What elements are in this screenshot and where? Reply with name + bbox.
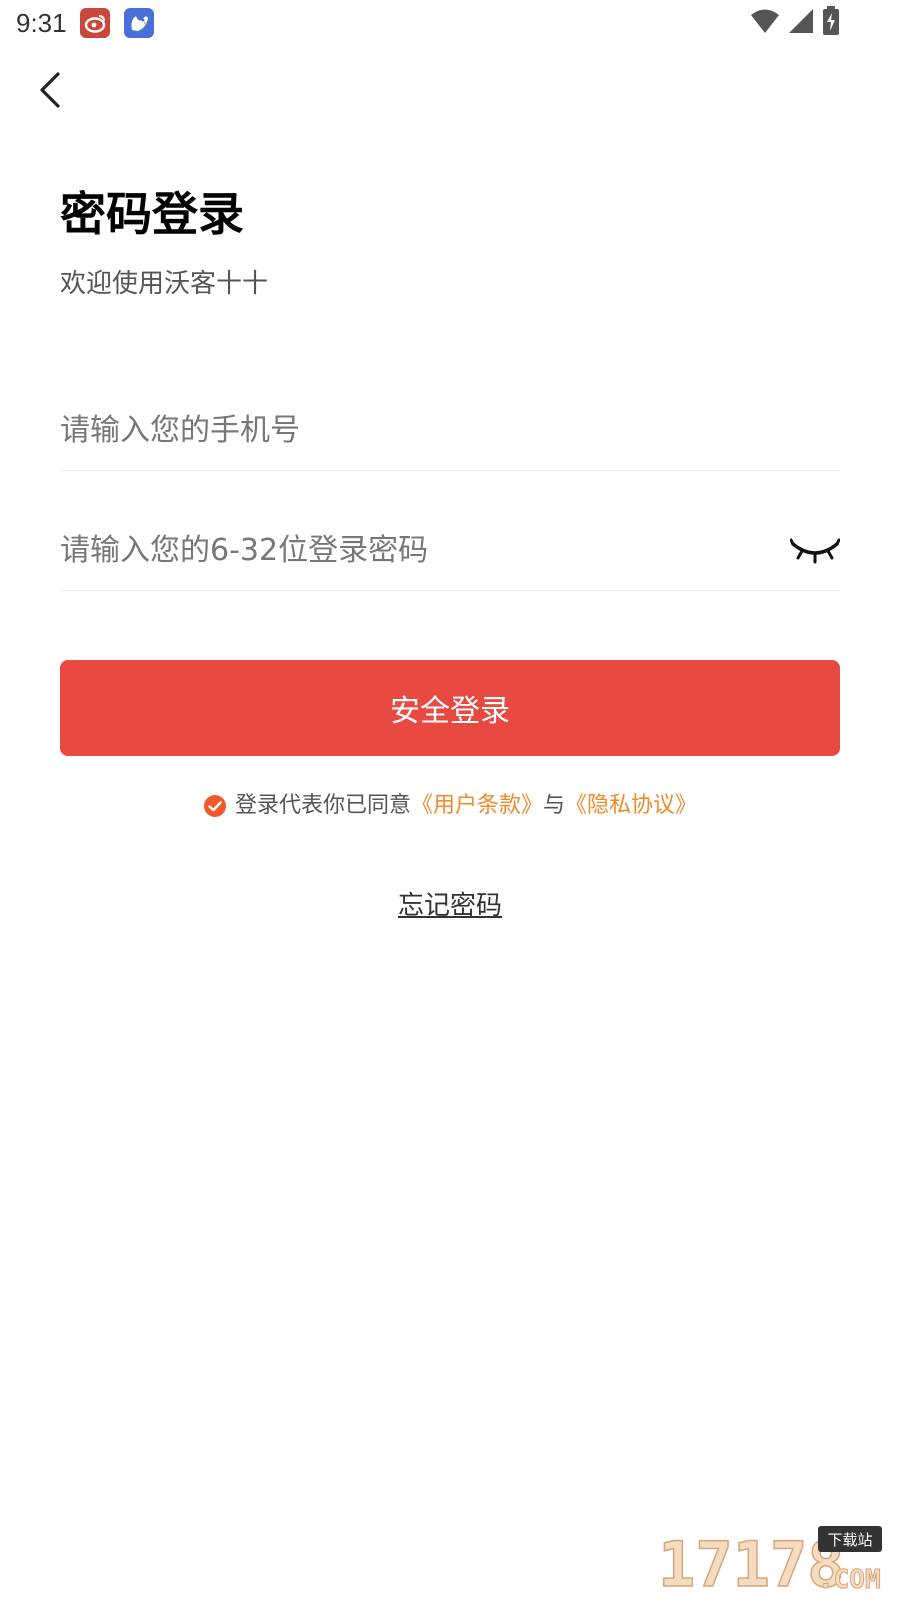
password-input[interactable] (60, 520, 740, 580)
phone-input[interactable] (60, 400, 740, 460)
privacy-policy-link[interactable]: 《隐私协议》 (565, 793, 697, 818)
watermark-suffix: .COM (818, 1565, 881, 1594)
status-time: 9:31 (16, 8, 67, 38)
signal-icon (788, 8, 814, 38)
forgot-password-row: 忘记密码 (0, 886, 900, 926)
wifi-icon (750, 8, 780, 38)
agreement-connector: 与 (543, 793, 566, 818)
check-circle-icon (203, 795, 226, 817)
forgot-password-link[interactable]: 忘记密码 (398, 891, 502, 921)
user-terms-link[interactable]: 《用户条款》 (411, 793, 543, 818)
watermark-number: 17178 (658, 1528, 845, 1594)
watermark-tag: 下载站 (827, 1531, 872, 1549)
page-subtitle: 欢迎使用沃客十十 (60, 269, 269, 299)
agreement-prefix: 登录代表你已同意 (234, 793, 411, 818)
page-title: 密码登录 (60, 187, 244, 241)
status-right-icons (750, 6, 840, 40)
back-button[interactable] (30, 66, 74, 114)
bird-app-icon (124, 8, 154, 38)
password-visibility-toggle[interactable] (789, 532, 841, 566)
agreement-line: 登录代表你已同意《用户条款》与《隐私协议》 (0, 786, 900, 826)
password-field (60, 510, 841, 591)
weibo-icon (80, 8, 110, 38)
chevron-left-icon (40, 72, 60, 108)
agreement-checkbox[interactable] (203, 792, 227, 817)
eye-closed-icon (789, 538, 841, 564)
phone-field (60, 390, 840, 471)
secure-login-button[interactable]: 安全登录 (60, 660, 840, 756)
site-watermark: 17178 下载站 .COM (657, 1524, 884, 1600)
status-bar: 9:31 (0, 0, 900, 48)
battery-charging-icon (822, 6, 840, 40)
